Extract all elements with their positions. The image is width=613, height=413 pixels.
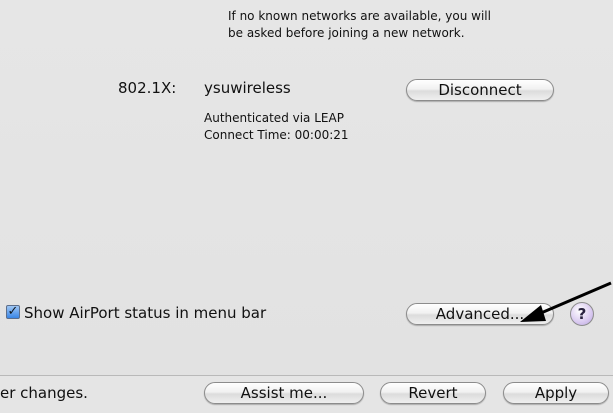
apply-button[interactable]: Apply <box>503 382 609 404</box>
arrow-annotation <box>520 281 612 322</box>
arrow-head-icon <box>520 305 546 322</box>
arrow-line-icon <box>533 281 612 318</box>
revert-button[interactable]: Revert <box>380 382 486 404</box>
assist-me-button[interactable]: Assist me... <box>204 382 364 404</box>
changes-text: er changes. <box>0 384 88 402</box>
